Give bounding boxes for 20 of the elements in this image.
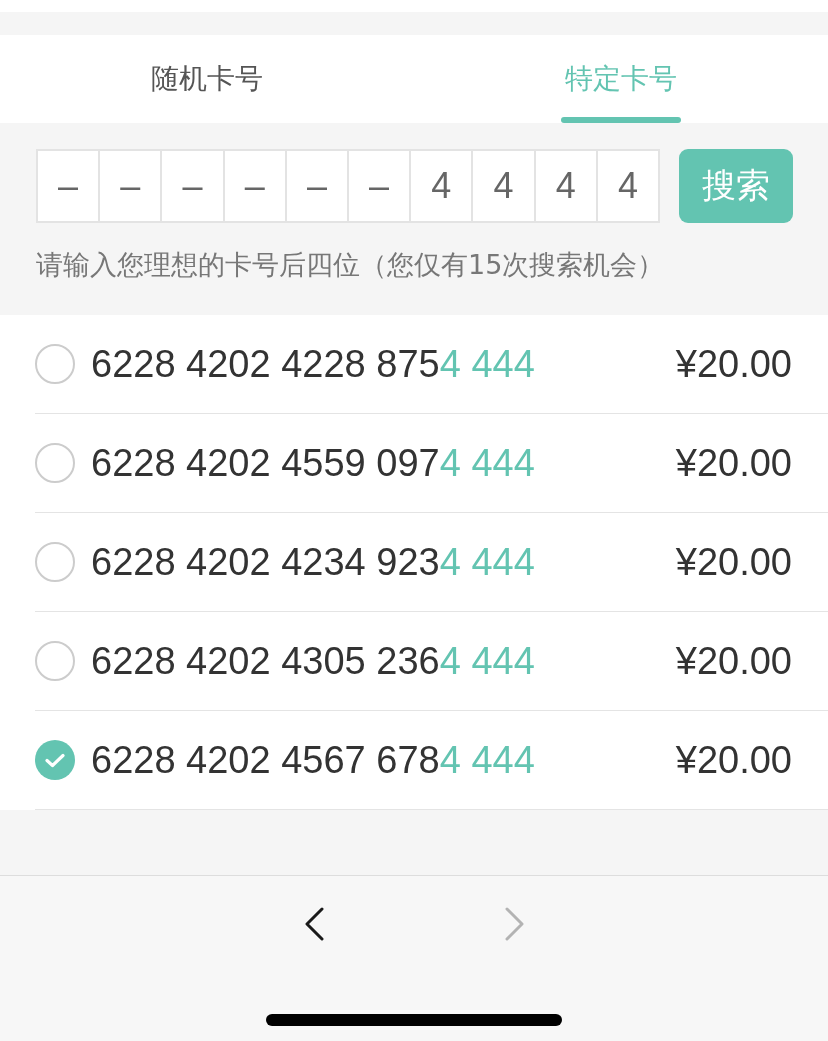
card-number: 6228 4202 4234 9234 444	[91, 540, 536, 584]
radio-button[interactable]	[35, 641, 75, 681]
hint-text: 请输入您理想的卡号后四位（您仅有15次搜索机会）	[36, 248, 666, 282]
card-number: 6228 4202 4567 6784 444	[91, 738, 536, 782]
radio-button[interactable]	[35, 344, 75, 384]
tab[interactable]: 随机卡号	[0, 35, 414, 123]
price: ¥20.00	[675, 540, 792, 584]
price: ¥20.00	[675, 441, 792, 485]
chevron-right-icon	[504, 907, 525, 941]
card-number: 6228 4202 4228 8754 444	[91, 342, 536, 386]
chevron-left-icon	[303, 907, 324, 941]
radio-button[interactable]	[35, 443, 75, 483]
radio-button[interactable]	[35, 740, 75, 780]
checkmark-icon	[45, 752, 65, 768]
card-number: 6228 4202 4559 0974 444	[91, 441, 536, 485]
radio-button[interactable]	[35, 542, 75, 582]
price: ¥20.00	[675, 738, 792, 782]
price: ¥20.00	[675, 639, 792, 683]
card-number: 6228 4202 4305 2364 444	[91, 639, 536, 683]
price: ¥20.00	[675, 342, 792, 386]
